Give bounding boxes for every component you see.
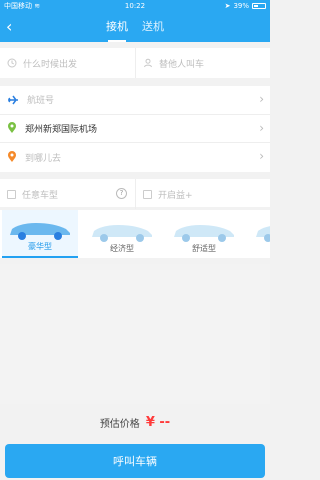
call-car-button[interactable]: 呼叫车辆 <box>5 444 265 478</box>
empty-area <box>0 264 270 404</box>
car-option-comfort[interactable]: 舒适型 <box>166 210 242 258</box>
for-other-placeholder: 替他人叫车 <box>159 59 205 70</box>
chevron-right-icon: › <box>259 92 264 106</box>
plane-icon <box>8 95 18 105</box>
car-icon <box>256 226 270 242</box>
clock-icon <box>7 58 17 68</box>
estimated-price: 预估价格 ¥ -- <box>0 410 270 434</box>
car-type-list: 豪华型 经济型 舒适型 商 <box>0 210 270 258</box>
options-row: 任意车型 ? 开启益+ <box>0 179 270 209</box>
departure-time-field[interactable]: 什么时候出发 <box>0 48 135 78</box>
person-icon <box>144 58 152 68</box>
status-bar: 中国移动 ≋ 10:22 ➤ 39% <box>0 0 270 12</box>
car-option-comfort-label: 舒适型 <box>192 244 216 253</box>
car-icon <box>174 225 234 242</box>
battery-area: ➤ 39% <box>225 0 266 12</box>
mode-tabs: 接机 送机 <box>0 17 270 42</box>
open-invoice-checkbox[interactable] <box>143 189 152 199</box>
time-and-passenger-row: 什么时候出发 替他人叫车 <box>0 48 270 78</box>
top-bar: 中国移动 ≋ 10:22 ➤ 39% ‹ 接机 送机 <box>0 0 270 42</box>
car-option-economy-label: 经济型 <box>110 244 134 253</box>
car-option-business[interactable]: 商 <box>248 210 270 258</box>
car-option-luxury-label: 豪华型 <box>28 242 52 251</box>
open-invoice-option[interactable]: 开启益+ <box>135 179 270 209</box>
car-option-economy[interactable]: 经济型 <box>84 210 160 258</box>
battery-icon <box>252 3 266 9</box>
any-car-label: 任意车型 <box>22 190 59 201</box>
pin-orange-icon <box>8 151 16 163</box>
any-car-option[interactable]: 任意车型 ? <box>0 179 135 209</box>
location-section: 航班号 › 郑州新郑国际机场 › 到哪儿去 › <box>0 86 270 172</box>
help-icon[interactable]: ? <box>116 188 127 199</box>
pickup-location-value: 郑州新郑国际机场 <box>25 124 98 135</box>
destination-placeholder: 到哪儿去 <box>25 153 62 164</box>
car-icon <box>10 223 70 240</box>
departure-time-placeholder: 什么时候出发 <box>23 59 78 70</box>
tab-pickup[interactable]: 接机 <box>106 17 128 42</box>
estimated-price-value: ¥ -- <box>145 414 171 430</box>
car-option-luxury[interactable]: 豪华型 <box>2 210 78 258</box>
flight-number-placeholder: 航班号 <box>27 96 55 107</box>
car-icon <box>92 225 152 242</box>
battery-percent: 39% <box>233 2 249 10</box>
for-other-field[interactable]: 替他人叫车 <box>135 48 270 78</box>
chevron-right-icon: › <box>259 149 264 164</box>
location-arrow-icon: ➤ <box>224 2 231 10</box>
pin-green-icon <box>8 122 16 134</box>
estimated-price-label: 预估价格 <box>99 418 140 430</box>
pickup-location-field[interactable]: 郑州新郑国际机场 › <box>0 115 270 144</box>
flight-number-field[interactable]: 航班号 › <box>0 86 270 115</box>
chevron-right-icon: › <box>259 120 264 135</box>
tab-dropoff[interactable]: 送机 <box>142 17 164 41</box>
destination-field[interactable]: 到哪儿去 › <box>0 143 270 172</box>
open-invoice-label: 开启益+ <box>158 190 193 201</box>
any-car-checkbox[interactable] <box>7 189 16 199</box>
